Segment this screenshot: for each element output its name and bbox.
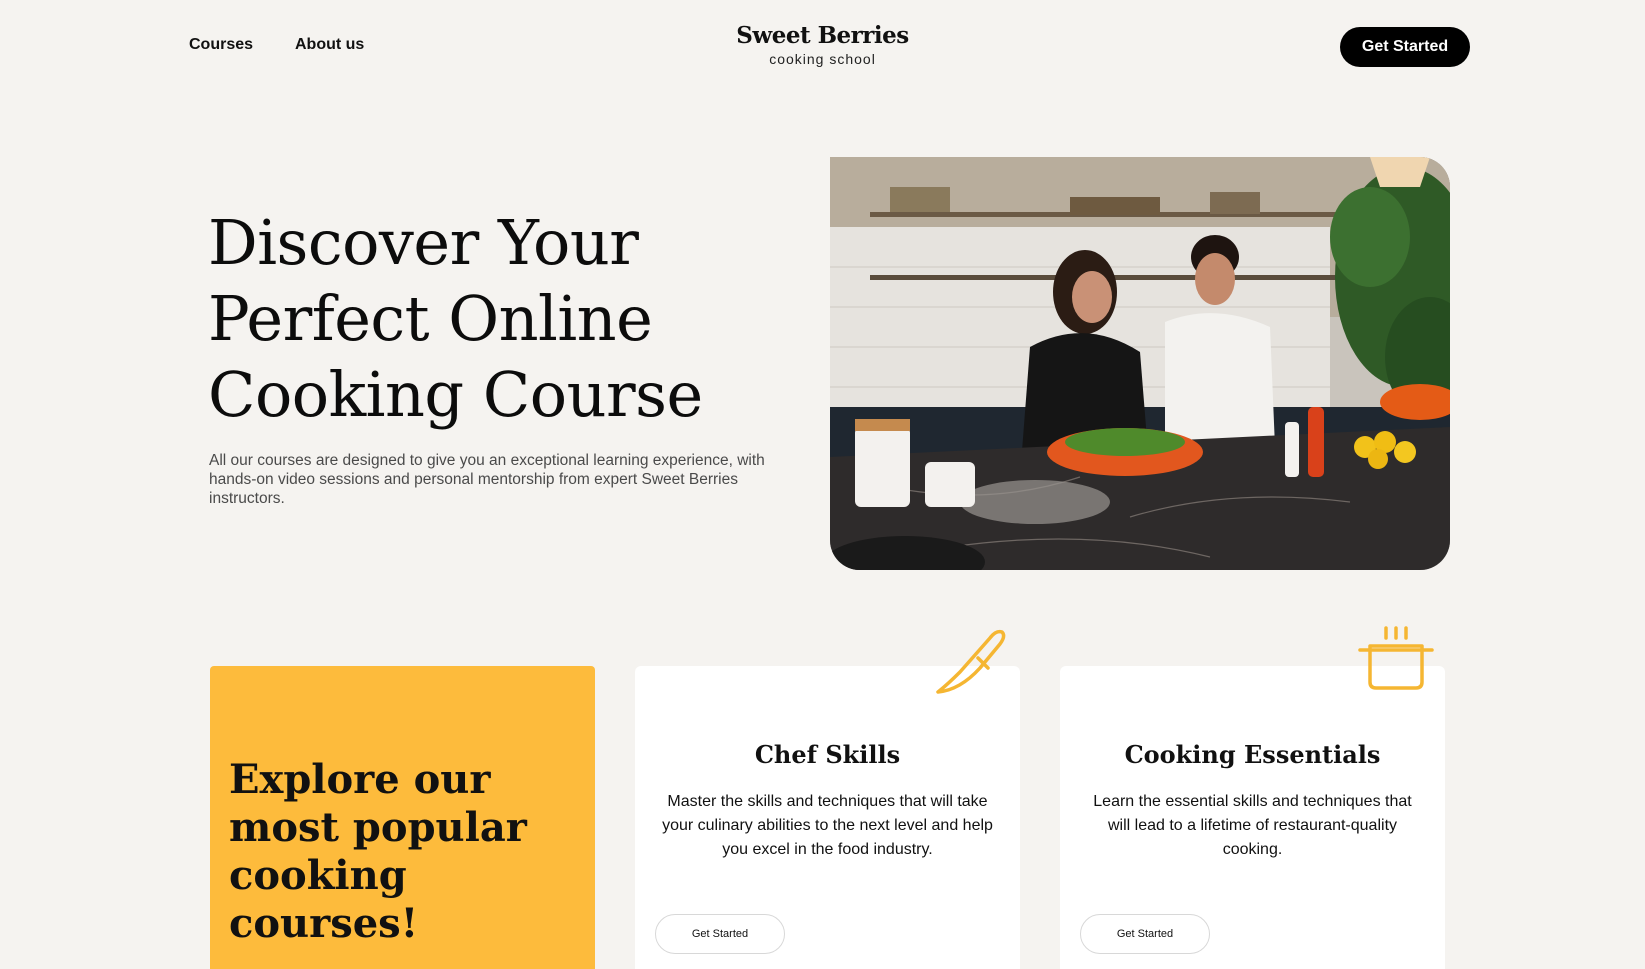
chef-skills-get-started-button[interactable]: Get Started [655, 914, 785, 954]
course-card-cooking-essentials[interactable]: Cooking Essentials Learn the essential s… [1060, 666, 1445, 969]
pot-icon [1358, 626, 1434, 690]
page: Courses About us Sweet Berries cooking s… [0, 0, 1645, 969]
hero-title: Discover Your Perfect Online Cooking Cou… [208, 206, 703, 431]
hero-description: All our courses are designed to give you… [209, 452, 765, 507]
cooking-essentials-get-started-button[interactable]: Get Started [1080, 914, 1210, 954]
hero-image [830, 157, 1450, 570]
course-card-title: Cooking Essentials [1124, 740, 1381, 769]
knife-icon [936, 629, 1006, 694]
courses-intro-title: Explore our most popular cooking courses… [229, 756, 527, 947]
course-card-text: Learn the essential skills and technique… [1093, 793, 1412, 858]
kitchen-cooking-photo [830, 157, 1450, 570]
courses-intro-card: Explore our most popular cooking courses… [210, 666, 595, 969]
course-card-title: Chef Skills [754, 740, 901, 769]
course-card-chef-skills[interactable]: Chef Skills Master the skills and techni… [635, 666, 1020, 969]
course-card-text: Master the skills and techniques that wi… [662, 793, 993, 858]
get-started-button[interactable]: Get Started [1340, 27, 1470, 67]
